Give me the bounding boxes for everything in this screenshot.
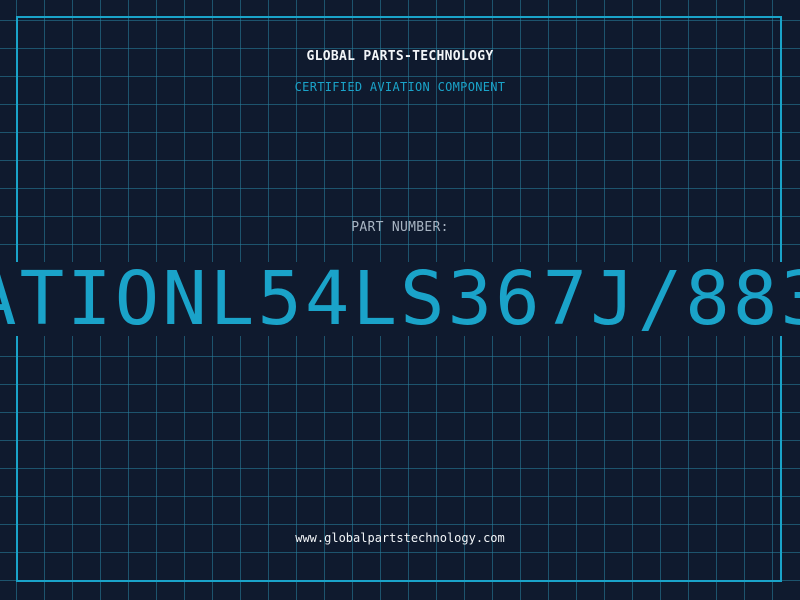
brand-title: GLOBAL PARTS-TECHNOLOGY xyxy=(306,49,494,64)
part-number-band: ATIONL54LS367J/883 xyxy=(0,262,800,336)
part-number-value: ATIONL54LS367J/883 xyxy=(0,262,800,336)
certification-subtitle: CERTIFIED AVIATION COMPONENT xyxy=(294,80,506,94)
part-number-label: PART NUMBER: xyxy=(351,220,449,235)
website-url: www.globalpartstechnology.com xyxy=(295,531,505,545)
